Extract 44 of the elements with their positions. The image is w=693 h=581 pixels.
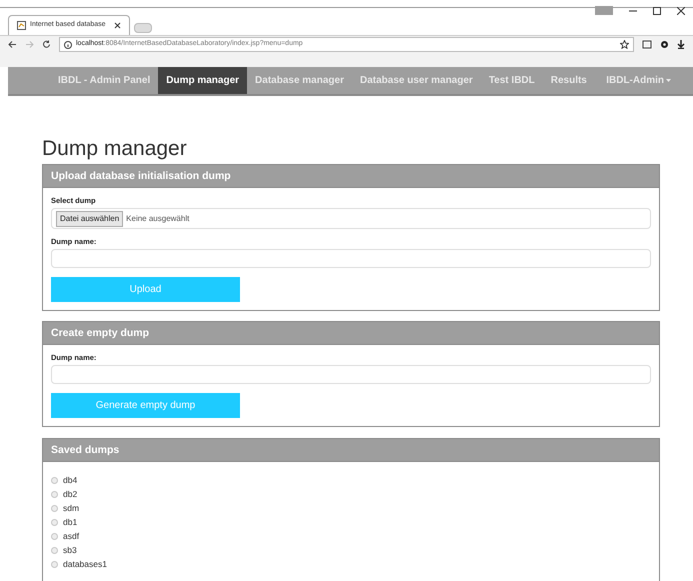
dump-label: db1 — [63, 517, 78, 527]
dump-label: sdm — [63, 503, 80, 513]
nav-link[interactable]: Results — [542, 67, 595, 94]
download-icon[interactable] — [677, 40, 685, 49]
info-icon[interactable] — [64, 40, 72, 48]
dump-label: asdf — [63, 531, 80, 541]
dump-name-field[interactable] — [51, 249, 651, 268]
radio-button[interactable] — [51, 546, 58, 554]
close-icon[interactable] — [677, 6, 685, 14]
panel-header: Upload database initialisation dump — [43, 165, 659, 188]
caret-icon — [666, 79, 671, 82]
radio-button[interactable] — [51, 504, 58, 512]
dump-label: db4 — [63, 475, 78, 485]
nav-link[interactable]: Dump manager — [158, 67, 248, 94]
file-status: Keine ausgewählt — [126, 212, 190, 224]
radio-button[interactable] — [51, 476, 58, 484]
page-title: Dump manager — [42, 138, 188, 159]
panel-header: Create empty dump — [43, 322, 659, 345]
generate-button[interactable]: Generate empty dump — [51, 393, 240, 418]
forward-icon[interactable] — [25, 40, 34, 49]
star-icon[interactable] — [620, 40, 629, 49]
radio-button[interactable] — [51, 532, 58, 540]
dump-name-field[interactable] — [51, 365, 651, 384]
upload-button[interactable]: Upload — [51, 277, 240, 302]
file-input[interactable]: Datei auswählen Keine ausgewählt — [51, 208, 651, 229]
radio-button[interactable] — [51, 490, 58, 498]
user-menu[interactable]: IBDL-Admin — [606, 67, 693, 94]
choose-file-button[interactable]: Datei auswählen — [56, 210, 124, 226]
reload-icon[interactable] — [42, 40, 51, 49]
dump-label: db2 — [63, 489, 78, 499]
panel-header: Saved dumps — [43, 439, 659, 462]
radio-button[interactable] — [51, 518, 58, 526]
back-icon[interactable] — [8, 40, 17, 49]
nav-link[interactable]: Test IBDL — [480, 67, 543, 94]
nav-link[interactable]: IBDL - Admin Panel — [50, 67, 158, 94]
nav-link[interactable]: Database manager — [247, 67, 352, 94]
new-tab-button[interactable] — [134, 23, 152, 33]
close-icon[interactable] — [114, 22, 121, 29]
dump-label: sb3 — [63, 545, 77, 555]
nav-link[interactable]: Database user manager — [352, 67, 481, 94]
dump-label: databases1 — [63, 559, 107, 569]
page-icon — [17, 21, 26, 30]
maximize-icon[interactable] — [653, 6, 661, 14]
radio-button[interactable] — [51, 560, 58, 568]
